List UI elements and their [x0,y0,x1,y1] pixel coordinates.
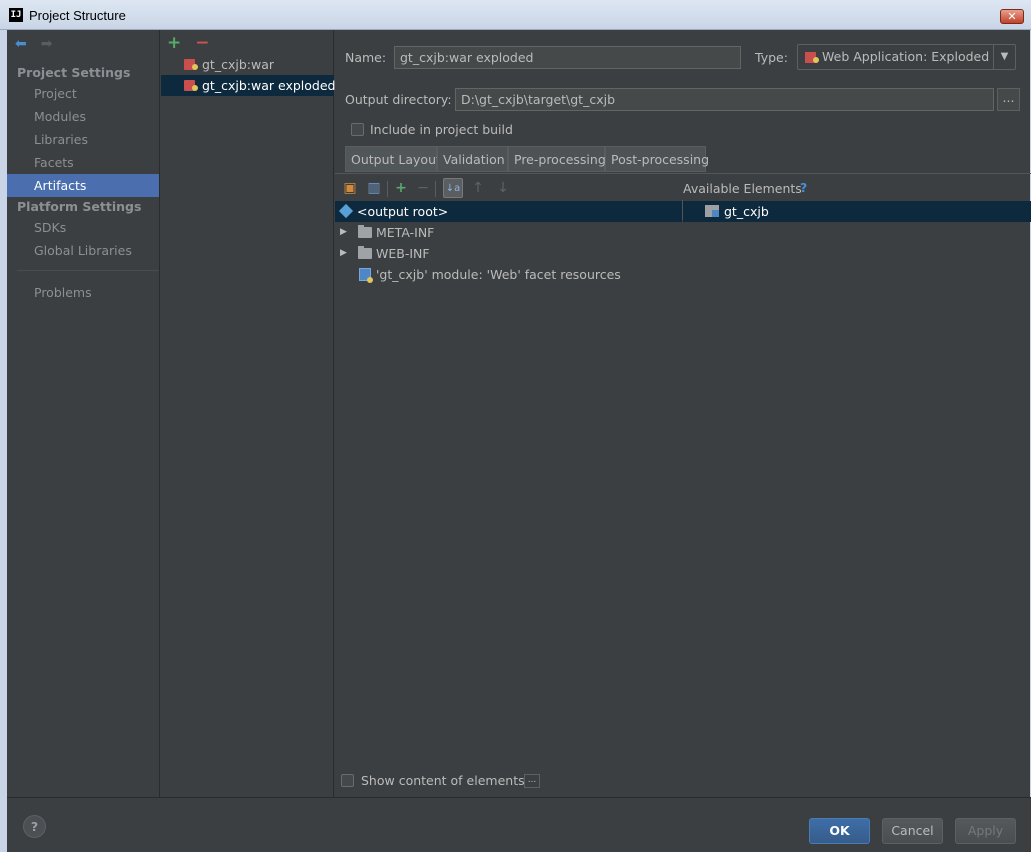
available-row-label: gt_cxjb [724,204,769,219]
nav-arrows: ⬅ ➡ [15,36,62,52]
available-elements-label: Available Elements [683,181,802,196]
create-archive-icon[interactable]: ▥ [364,178,384,198]
show-content-label: Show content of elements [361,773,525,788]
tree-row-facet-resources[interactable]: 'gt_cxjb' module: 'Web' facet resources [335,264,682,285]
create-directory-icon[interactable]: ▣ [340,178,360,198]
output-root-icon [338,203,354,219]
sidebar-item-facets[interactable]: Facets [7,151,159,174]
tree-row-label: 'gt_cxjb' module: 'Web' facet resources [376,267,621,282]
dropdown-arrow-icon[interactable]: ▼ [993,45,1015,69]
tab-pre-processing[interactable]: Pre-processing [508,146,606,172]
output-directory-input[interactable]: D:\gt_cxjb\target\gt_cxjb [455,88,994,111]
dialog-button-bar: ? OK Cancel Apply [7,797,1031,852]
toolbar-separator [435,181,436,197]
show-content-checkbox[interactable] [341,774,354,787]
artifact-item-war[interactable]: gt_cxjb:war [161,54,334,75]
type-label: Type: [755,50,788,65]
artifact-label: gt_cxjb:war [202,57,274,72]
sidebar-item-libraries[interactable]: Libraries [7,128,159,151]
tab-output-layout[interactable]: Output Layout [345,146,441,172]
output-layout-area: ▣ ▥ + − ↓a ↑ ↓ Available Elements ? <out… [335,173,1031,769]
window-title: Project Structure [29,8,126,23]
window-frame-left [0,30,7,852]
web-app-icon [805,51,819,64]
window-title-bar: IJ Project Structure ✕ [0,0,1031,30]
sidebar-item-modules[interactable]: Modules [7,105,159,128]
tree-row-meta-inf[interactable]: ▶ META-INF [335,222,682,243]
sidebar-item-global-libraries[interactable]: Global Libraries [7,239,159,262]
artifact-details-panel: Name: gt_cxjb:war exploded Type: Web App… [335,30,1031,797]
forward-arrow-icon[interactable]: ➡ [41,36,53,52]
tree-row-web-inf[interactable]: ▶ WEB-INF [335,243,682,264]
name-label: Name: [345,50,387,65]
settings-sidebar: ⬅ ➡ Project Settings Project Modules Lib… [7,30,160,797]
tab-validation[interactable]: Validation [437,146,508,172]
project-settings-header: Project Settings [17,65,131,80]
name-input[interactable]: gt_cxjb:war exploded [394,46,741,69]
sidebar-divider [17,270,159,271]
artifact-toolbar: + − [167,33,219,53]
add-element-icon[interactable]: + [391,178,411,198]
available-row-gt-cxjb[interactable]: gt_cxjb [683,201,1031,222]
web-facet-icon [359,268,373,283]
browse-button[interactable]: ... [997,88,1020,111]
sidebar-item-problems[interactable]: Problems [7,281,159,304]
platform-settings-header: Platform Settings [17,199,142,214]
artifact-label: gt_cxjb:war exploded [202,78,336,93]
show-content-options-button[interactable]: ... [524,774,540,788]
add-artifact-icon[interactable]: + [167,33,181,53]
cancel-button[interactable]: Cancel [882,818,943,844]
tree-row-label: META-INF [376,225,435,240]
folder-icon [358,246,372,259]
type-selected-value: Web Application: Exploded [822,49,990,64]
tree-row-output-root[interactable]: <output root> [335,201,682,222]
close-window-button[interactable]: ✕ [1000,9,1024,24]
move-down-icon[interactable]: ↓ [493,178,513,198]
artifact-item-war-exploded[interactable]: gt_cxjb:war exploded [161,75,336,96]
war-exploded-artifact-icon [184,79,198,92]
tree-row-label: WEB-INF [376,246,430,261]
sidebar-item-artifacts[interactable]: Artifacts [7,174,159,197]
expand-arrow-icon[interactable]: ▶ [340,222,347,243]
artifact-list-panel: + − gt_cxjb:war gt_cxjb:war exploded [161,30,336,797]
war-artifact-icon [184,58,198,71]
output-directory-label: Output directory: [345,92,452,107]
sort-elements-icon[interactable]: ↓a [443,178,463,198]
folder-icon [358,225,372,238]
back-arrow-icon[interactable]: ⬅ [15,36,27,52]
tree-row-label: <output root> [357,204,449,219]
ok-button[interactable]: OK [809,818,870,844]
intellij-app-icon: IJ [9,8,23,22]
tab-post-processing[interactable]: Post-processing [605,146,709,172]
sidebar-item-sdks[interactable]: SDKs [7,216,159,239]
help-icon[interactable]: ? [800,180,807,195]
sidebar-item-project[interactable]: Project [7,82,159,105]
include-in-build-checkbox[interactable] [351,123,364,136]
apply-button[interactable]: Apply [955,818,1016,844]
type-dropdown[interactable]: Web Application: Exploded ▼ [797,44,1016,70]
include-in-build-label: Include in project build [370,122,513,137]
remove-element-icon[interactable]: − [413,178,433,198]
move-up-icon[interactable]: ↑ [468,178,488,198]
module-icon [705,205,719,217]
expand-arrow-icon[interactable]: ▶ [340,243,347,264]
remove-artifact-icon[interactable]: − [195,33,209,53]
toolbar-separator [387,181,388,197]
help-button[interactable]: ? [23,815,46,838]
